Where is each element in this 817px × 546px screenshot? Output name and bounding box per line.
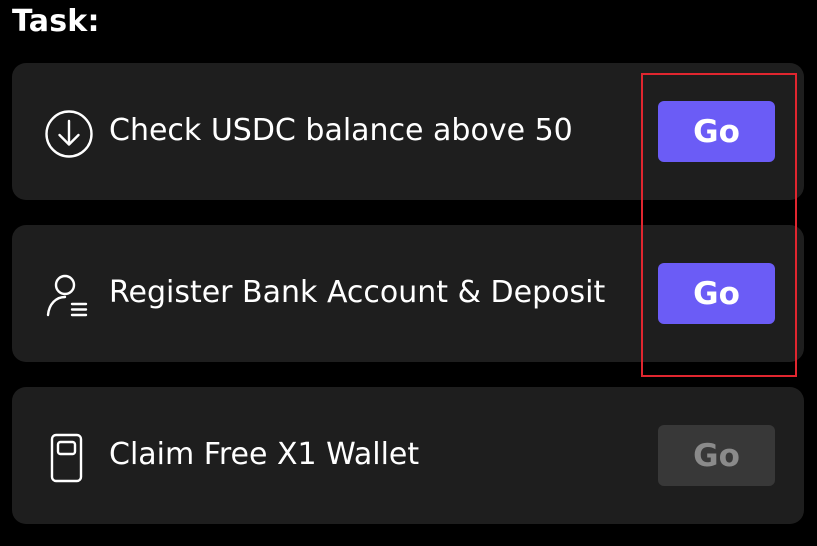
task-label: Claim Free X1 Wallet bbox=[109, 437, 420, 472]
go-button-register-bank[interactable]: Go bbox=[658, 263, 775, 324]
download-circle-icon bbox=[44, 109, 94, 159]
go-button-check-usdc[interactable]: Go bbox=[658, 101, 775, 162]
wallet-device-icon bbox=[44, 433, 94, 483]
go-button-claim-wallet[interactable]: Go bbox=[658, 425, 775, 486]
task-card-claim-wallet: Claim Free X1 Wallet Go bbox=[12, 387, 804, 524]
task-label: Register Bank Account & Deposit bbox=[109, 275, 606, 310]
task-label: Check USDC balance above 50 bbox=[109, 113, 573, 148]
task-card-register-bank: Register Bank Account & Deposit Go bbox=[12, 225, 804, 362]
section-title: Task: bbox=[12, 4, 100, 39]
user-list-icon bbox=[44, 271, 94, 321]
task-card-check-usdc: Check USDC balance above 50 Go bbox=[12, 63, 804, 200]
